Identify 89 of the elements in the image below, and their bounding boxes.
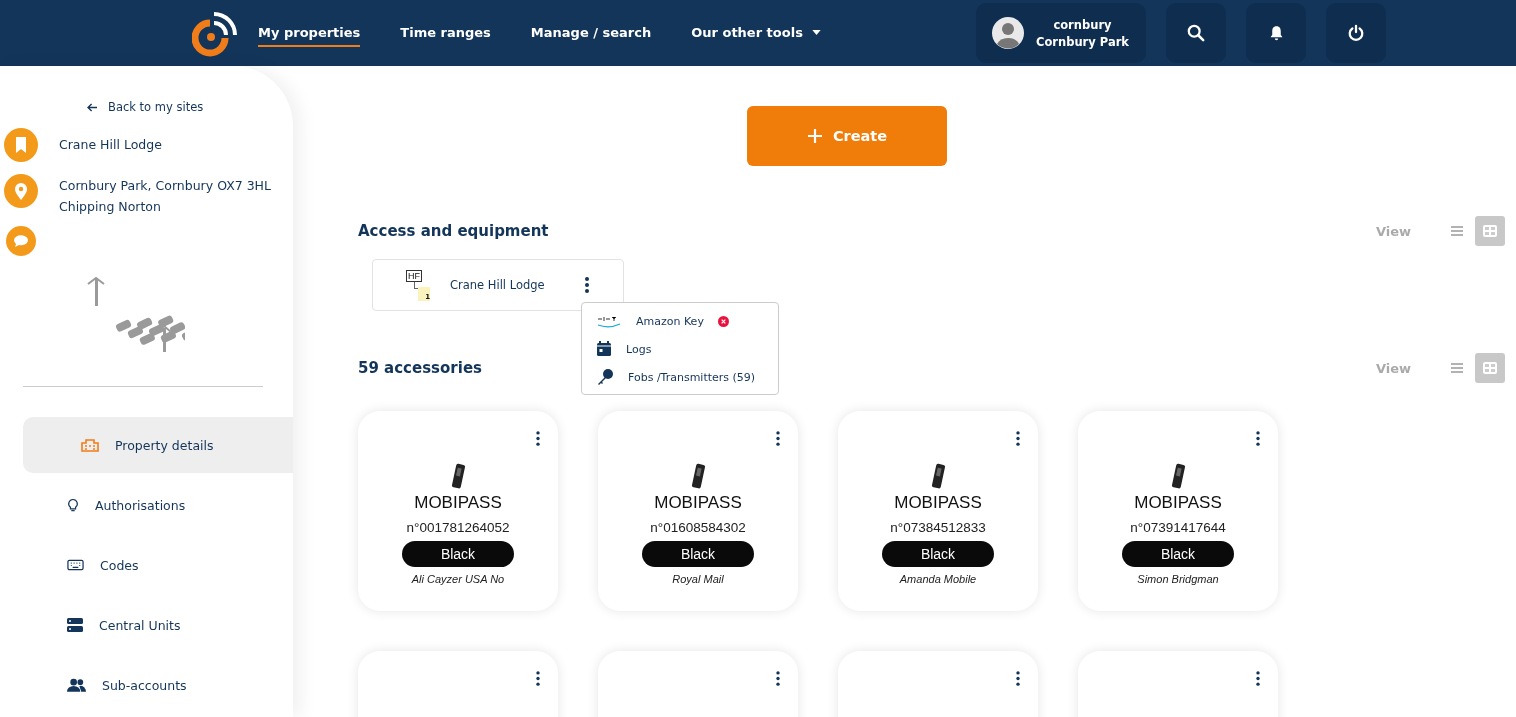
more-options-button[interactable] <box>1254 429 1262 448</box>
owner-name: Royal Mail <box>672 573 724 585</box>
account-button[interactable]: cornbury Cornbury Park <box>976 3 1146 63</box>
search-button[interactable] <box>1166 3 1226 63</box>
logout-button[interactable] <box>1326 3 1386 63</box>
address-line: Cornbury Park, Cornbury OX7 3HL <box>59 178 271 193</box>
more-options-button[interactable] <box>1254 669 1262 688</box>
grid-icon <box>1483 225 1497 237</box>
remote-fob-icon <box>1171 463 1185 489</box>
nav-link[interactable]: My properties <box>258 19 361 47</box>
kebab-icon <box>1256 431 1260 446</box>
notifications-button[interactable] <box>1246 3 1306 63</box>
remote-fob-icon <box>691 463 705 489</box>
equipment-type-label: HF <box>406 269 422 282</box>
sidebar-item[interactable]: Sub-accounts <box>23 657 293 713</box>
more-options-button[interactable] <box>1014 429 1022 448</box>
remote-fob-icon <box>451 463 465 489</box>
serial-number: n°07384512833 <box>890 520 986 535</box>
plus-icon <box>806 128 823 144</box>
menu-item[interactable]: Amazon Key <box>596 311 778 331</box>
model-name: MOBIPASS <box>654 493 742 513</box>
view-label: View <box>1375 360 1411 376</box>
model-name: MOBIPASS <box>894 493 982 513</box>
accessory-card[interactable]: MOBIPASS n°07391417644 Black Simon Bridgman <box>1078 411 1278 611</box>
menu-item[interactable]: Logs <box>596 339 778 359</box>
logo-icon[interactable] <box>192 9 240 57</box>
remote-fob-icon <box>931 463 945 489</box>
color-tag: Black <box>642 541 754 567</box>
equipment-name: Crane Hill Lodge <box>450 278 545 292</box>
bookmark-icon <box>4 128 38 162</box>
accessory-card[interactable]: MOBIPASS n°07384512833 Black Amanda Mobile <box>838 411 1038 611</box>
accessory-card[interactable]: MOBIPASS n°01608584302 Black Royal Mail <box>598 411 798 611</box>
accessory-card[interactable]: MOBIPASS n°001781264052 Black Ali Cayzer USA No <box>358 411 558 611</box>
more-options-button[interactable] <box>1014 669 1022 688</box>
kebab-icon <box>1256 671 1260 686</box>
building-icon <box>81 438 99 452</box>
view-label: View <box>1375 223 1411 239</box>
color-tag: Black <box>402 541 514 567</box>
list-icon <box>1451 363 1463 373</box>
kebab-icon <box>1016 431 1020 446</box>
section-title: Access and equipment <box>358 222 549 240</box>
avatar-icon <box>992 17 1024 49</box>
sidebar-item[interactable]: Authorisations <box>23 477 293 533</box>
arrow-left-icon <box>87 102 98 112</box>
model-name: MOBIPASS <box>1134 493 1222 513</box>
owner-name: Amanda Mobile <box>899 573 977 585</box>
section-title: 59 accessories <box>358 359 482 377</box>
keyboard-icon <box>67 559 84 571</box>
location-pin-icon <box>4 174 38 208</box>
key-icon <box>596 368 614 386</box>
serial-number: n°01608584302 <box>650 520 746 535</box>
kebab-icon <box>1016 671 1020 686</box>
color-tag: Black <box>1122 541 1234 567</box>
more-options-button[interactable] <box>534 669 542 688</box>
username: cornbury <box>1053 17 1112 32</box>
kebab-icon <box>776 671 780 686</box>
kebab-icon <box>536 671 540 686</box>
list-icon <box>1451 226 1463 236</box>
back-link[interactable]: Back to my sites <box>87 100 293 114</box>
owner-name: Ali Cayzer USA No <box>411 573 505 585</box>
kebab-icon <box>585 277 589 293</box>
sidebar-item[interactable]: Codes <box>23 537 293 593</box>
users-icon <box>67 678 86 692</box>
property-name: Crane Hill Lodge <box>59 137 162 152</box>
lightbulb-icon <box>67 497 79 513</box>
speech-bubble-icon <box>6 226 36 256</box>
more-options-button[interactable] <box>774 429 782 448</box>
address-line: Chipping Norton <box>59 199 162 214</box>
nav-link[interactable]: Our other tools <box>691 19 821 47</box>
model-name: MOBIPASS <box>414 493 502 513</box>
color-tag: Black <box>882 541 994 567</box>
search-icon <box>1187 24 1205 42</box>
menu-item[interactable]: Fobs /Transmitters (59) <box>596 367 778 387</box>
more-options-button[interactable] <box>534 429 542 448</box>
power-icon <box>1347 24 1365 42</box>
server-icon <box>67 618 83 632</box>
owner-name: Simon Bridgman <box>1137 573 1219 585</box>
grid-icon <box>1483 362 1497 374</box>
nav-link[interactable]: Manage / search <box>530 19 652 47</box>
site-name: Cornbury Park <box>1036 34 1129 49</box>
sidebar-item[interactable]: Property details <box>23 417 293 473</box>
nav-link[interactable]: Time ranges <box>400 19 491 47</box>
sidebar-item[interactable]: Central Units <box>23 597 293 653</box>
serial-number: n°07391417644 <box>1130 520 1226 535</box>
more-options-button[interactable] <box>774 669 782 688</box>
serial-number: n°001781264052 <box>406 520 510 535</box>
calendar-icon <box>596 341 612 357</box>
kebab-icon <box>536 431 540 446</box>
kebab-icon <box>776 431 780 446</box>
